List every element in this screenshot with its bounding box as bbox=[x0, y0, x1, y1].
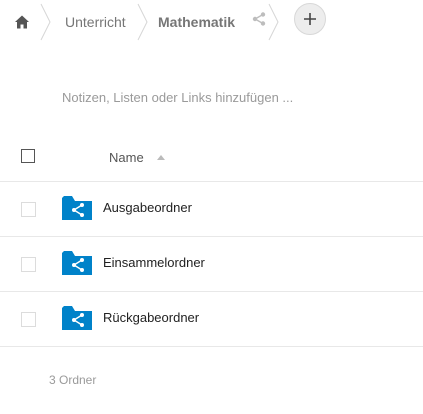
folder-name[interactable]: Rückgabeordner bbox=[103, 310, 199, 325]
shared-folder-icon bbox=[62, 251, 92, 275]
breadcrumb-item-mathematik[interactable]: Mathematik bbox=[158, 0, 235, 44]
breadcrumb-separator-icon bbox=[40, 3, 51, 41]
share-icon[interactable] bbox=[252, 12, 266, 26]
table-row[interactable]: Rückgabeordner bbox=[0, 292, 423, 347]
home-icon[interactable] bbox=[14, 0, 30, 44]
shared-folder-icon bbox=[62, 196, 92, 220]
row-checkbox[interactable] bbox=[21, 312, 36, 327]
breadcrumb-separator-icon bbox=[137, 3, 148, 41]
add-new-button[interactable] bbox=[294, 3, 326, 35]
plus-icon bbox=[304, 13, 316, 25]
breadcrumb: Unterricht Mathematik bbox=[0, 0, 423, 44]
row-checkbox[interactable] bbox=[21, 257, 36, 272]
breadcrumb-item-unterricht[interactable]: Unterricht bbox=[65, 0, 126, 44]
name-column-header[interactable]: Name bbox=[109, 150, 144, 165]
select-all-checkbox[interactable] bbox=[21, 149, 35, 163]
shared-folder-icon bbox=[62, 306, 92, 330]
table-row[interactable]: Ausgabeordner bbox=[0, 182, 423, 237]
notes-placeholder[interactable]: Notizen, Listen oder Links hinzufügen ..… bbox=[62, 90, 293, 105]
folder-name[interactable]: Ausgabeordner bbox=[103, 200, 192, 215]
breadcrumb-separator-icon bbox=[268, 3, 279, 41]
file-count-summary: 3 Ordner bbox=[49, 373, 97, 387]
sort-ascending-icon[interactable] bbox=[157, 155, 165, 160]
row-checkbox[interactable] bbox=[21, 202, 36, 217]
file-list-header: Name bbox=[0, 136, 423, 182]
folder-name[interactable]: Einsammelordner bbox=[103, 255, 205, 270]
table-row[interactable]: Einsammelordner bbox=[0, 237, 423, 292]
